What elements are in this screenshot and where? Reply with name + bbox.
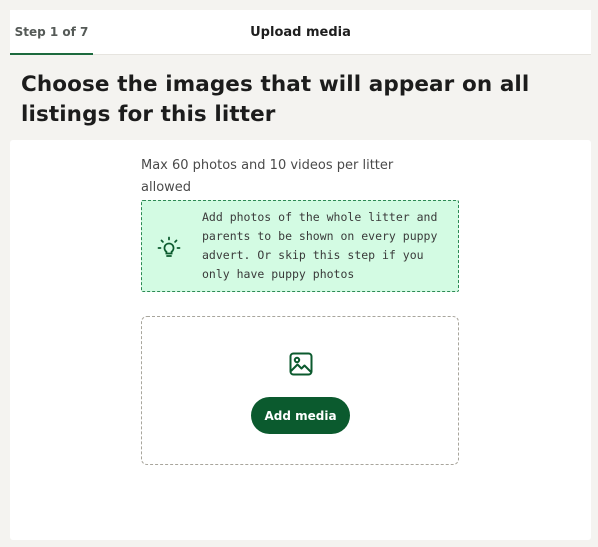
wizard-header: Step 1 of 7 Upload media: [10, 10, 591, 55]
page-heading: Choose the images that will appear on al…: [21, 72, 530, 127]
add-media-button[interactable]: Add media: [251, 397, 350, 434]
upload-limit-text: Max 60 photos and 10 videos per litter a…: [141, 158, 394, 195]
media-dropzone[interactable]: Add media: [141, 316, 459, 465]
step-indicator-tab[interactable]: Step 1 of 7: [10, 10, 93, 55]
upload-panel: Max 60 photos and 10 videos per litter a…: [10, 140, 591, 540]
lightbulb-icon: [156, 235, 182, 261]
step-title: Upload media: [250, 25, 351, 40]
tip-text: Add photos of the whole litter and paren…: [202, 210, 438, 281]
image-icon: [288, 351, 314, 377]
tip-box: Add photos of the whole litter and paren…: [141, 200, 459, 292]
